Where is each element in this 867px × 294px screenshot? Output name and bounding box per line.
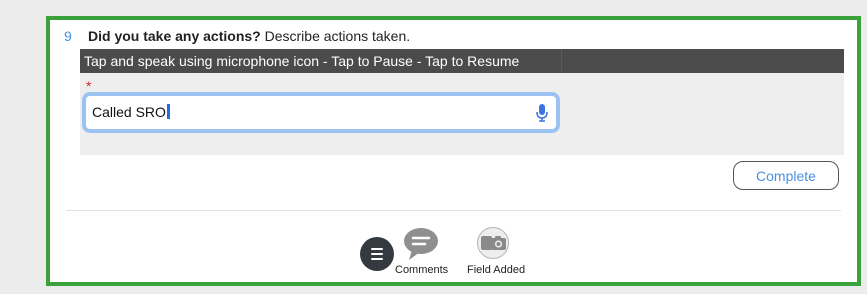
field-added-label[interactable]: Field Added: [467, 264, 525, 276]
required-marker: *: [86, 78, 92, 94]
answer-input-text[interactable]: Called SRO: [92, 104, 170, 120]
complete-button[interactable]: Complete: [733, 161, 839, 190]
answer-input-value: Called SRO: [92, 104, 166, 120]
microphone-icon[interactable]: [536, 104, 548, 122]
camera-icon[interactable]: [475, 227, 511, 259]
menu-icon-bar: [371, 248, 383, 250]
hint-bar-divider: [561, 49, 562, 73]
answer-input[interactable]: Called SRO: [82, 92, 560, 133]
menu-icon-bar: [371, 258, 383, 260]
question-card: 9 Did you take any actions? Describe act…: [46, 16, 861, 286]
question-title: Did you take any actions?: [88, 28, 261, 44]
menu-icon[interactable]: [360, 237, 394, 271]
toolbar-divider: [66, 210, 841, 211]
comment-icon[interactable]: [403, 227, 439, 261]
dictation-hint-bar: Tap and speak using microphone icon - Ta…: [80, 49, 844, 73]
dictation-hint-text: Tap and speak using microphone icon - Ta…: [84, 53, 520, 69]
comments-label[interactable]: Comments: [395, 264, 448, 276]
text-caret: [166, 104, 170, 119]
question-description: Describe actions taken.: [264, 28, 411, 44]
question-number: 9: [64, 28, 72, 44]
menu-icon-bar: [371, 253, 383, 255]
answer-panel: * Called SRO: [80, 73, 844, 155]
question-text: Did you take any actions? Describe actio…: [88, 28, 410, 44]
